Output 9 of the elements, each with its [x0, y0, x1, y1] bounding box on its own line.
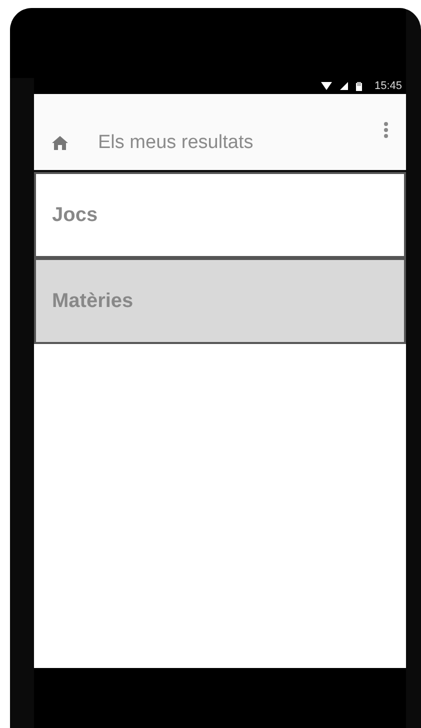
app-title: Els meus resultats: [98, 132, 254, 154]
battery-icon: [356, 82, 362, 90]
list-item[interactable]: Matèries: [34, 258, 406, 344]
status-time: 15:45: [374, 80, 402, 92]
wifi-icon: [321, 82, 332, 90]
more-icon[interactable]: [384, 122, 388, 138]
signal-icon: [340, 82, 348, 90]
home-icon[interactable]: [52, 136, 68, 150]
list-item[interactable]: Jocs: [34, 172, 406, 258]
